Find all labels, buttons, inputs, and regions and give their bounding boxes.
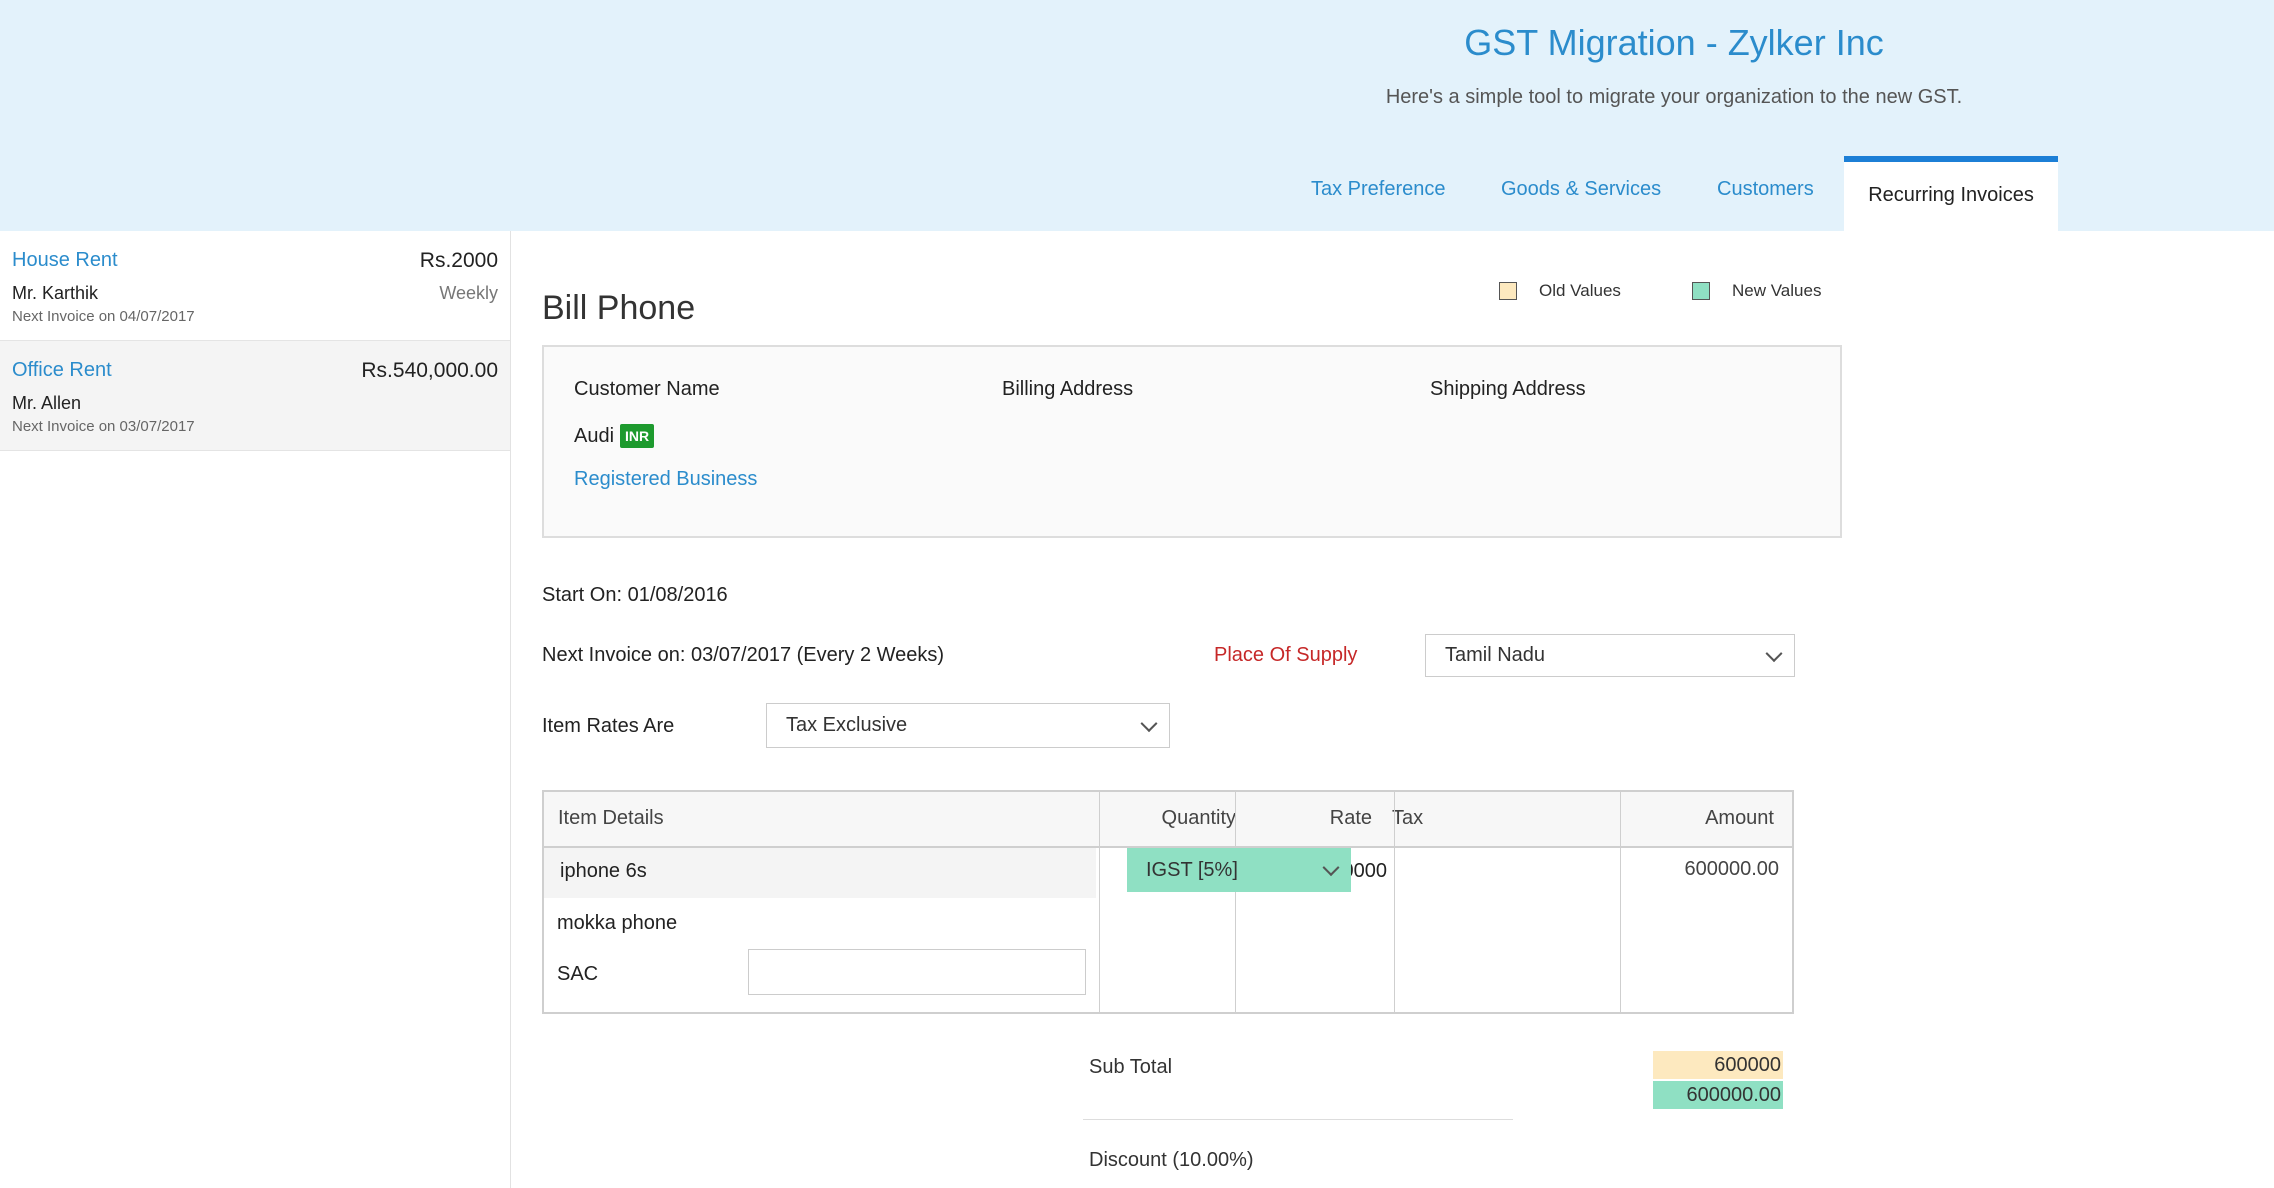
sac-input[interactable]: [748, 949, 1086, 995]
customer-name-value: Audi: [574, 424, 615, 447]
shipping-address-label: Shipping Address: [1430, 378, 1586, 400]
col-quantity: [1100, 792, 1236, 1012]
list-item-next-invoice: Next Invoice on 03/07/2017: [12, 418, 195, 435]
app-subtitle: Here's a simple tool to migrate your org…: [1385, 86, 1963, 108]
item-table: Item Details Quantity Rate Tax Amount ip…: [542, 790, 1794, 1014]
tab-customers[interactable]: Customers: [1717, 178, 1814, 201]
amount-value: 600000.00: [1684, 858, 1779, 880]
currency-badge: INR: [620, 424, 655, 448]
page-title: Bill Phone: [542, 289, 696, 327]
customer-name-label: Customer Name: [574, 378, 720, 400]
place-of-supply-label: Place Of Supply: [1214, 644, 1358, 666]
tab-tax-preference[interactable]: Tax Preference: [1311, 178, 1446, 201]
subtotal-new-value: 600000.00: [1653, 1081, 1783, 1109]
tab-recurring-invoices[interactable]: Recurring Invoices: [1844, 156, 2058, 231]
customer-info-box: Customer Name Billing Address Shipping A…: [542, 345, 1842, 538]
customer-name: Audi INR: [574, 424, 655, 448]
item-description[interactable]: mokka phone: [557, 912, 677, 935]
item-rates-label: Item Rates Are: [542, 715, 675, 737]
new-values-swatch: [1692, 282, 1710, 300]
discount-label: Discount (10.00%): [1089, 1149, 1254, 1171]
billing-address-label: Billing Address: [1002, 378, 1134, 400]
chevron-down-icon: [1140, 714, 1158, 732]
invoice-detail: Bill Phone Old Values New Values Custome…: [511, 231, 2274, 1188]
subtotal-old-value: 600000: [1653, 1051, 1783, 1079]
list-item-customer: Mr. Allen: [12, 393, 82, 413]
list-item-amount: Rs.2000: [419, 249, 498, 272]
place-of-supply-value: Tamil Nadu: [1445, 644, 1546, 666]
old-values-swatch: [1499, 282, 1517, 300]
tax-select[interactable]: IGST [5%]: [1127, 848, 1351, 892]
place-of-supply-select[interactable]: Tamil Nadu: [1425, 634, 1795, 677]
tab-bar: Tax Preference Goods & Services Customer…: [0, 156, 2274, 231]
app-header: GST Migration - Zylker Inc Here's a simp…: [0, 0, 2274, 231]
sac-label: SAC: [557, 963, 599, 985]
gst-treatment-link[interactable]: Registered Business: [574, 468, 757, 491]
recurring-invoice-list: House Rent Rs.2000 Weekly Mr. Karthik Ne…: [0, 231, 511, 1188]
old-values-label: Old Values: [1539, 281, 1621, 300]
tax-value: IGST [5%]: [1146, 858, 1238, 881]
list-item-name: House Rent: [12, 249, 118, 271]
list-item-name: Office Rent: [12, 359, 112, 381]
item-rates-select[interactable]: Tax Exclusive: [766, 703, 1170, 748]
list-item-customer: Mr. Karthik: [12, 283, 99, 303]
list-item-office-rent[interactable]: Office Rent Rs.540,000.00 Mr. Allen Next…: [0, 341, 510, 451]
col-rate: [1236, 792, 1395, 1012]
item-name: iphone 6s: [560, 860, 647, 882]
subtotal-label: Sub Total: [1089, 1056, 1173, 1078]
list-item-house-rent[interactable]: House Rent Rs.2000 Weekly Mr. Karthik Ne…: [0, 231, 510, 341]
list-item-amount: Rs.540,000.00: [361, 359, 498, 382]
chevron-down-icon: [1765, 644, 1783, 662]
list-item-frequency: Weekly: [439, 283, 498, 303]
start-date: Start On: 01/08/2016: [542, 584, 728, 606]
app-title: GST Migration - Zylker Inc: [1464, 22, 1884, 63]
chevron-down-icon: [1322, 859, 1340, 877]
new-values-label: New Values: [1732, 281, 1822, 300]
item-rates-value: Tax Exclusive: [786, 714, 908, 736]
summary-divider: [1083, 1119, 1513, 1120]
legend-new-values: New Values: [1692, 281, 1821, 301]
next-invoice-date: Next Invoice on: 03/07/2017 (Every 2 Wee…: [542, 644, 945, 666]
tab-goods-services[interactable]: Goods & Services: [1501, 178, 1661, 201]
list-item-next-invoice: Next Invoice on 04/07/2017: [12, 308, 195, 325]
col-tax: [1395, 792, 1621, 1012]
legend-old-values: Old Values: [1499, 281, 1621, 301]
